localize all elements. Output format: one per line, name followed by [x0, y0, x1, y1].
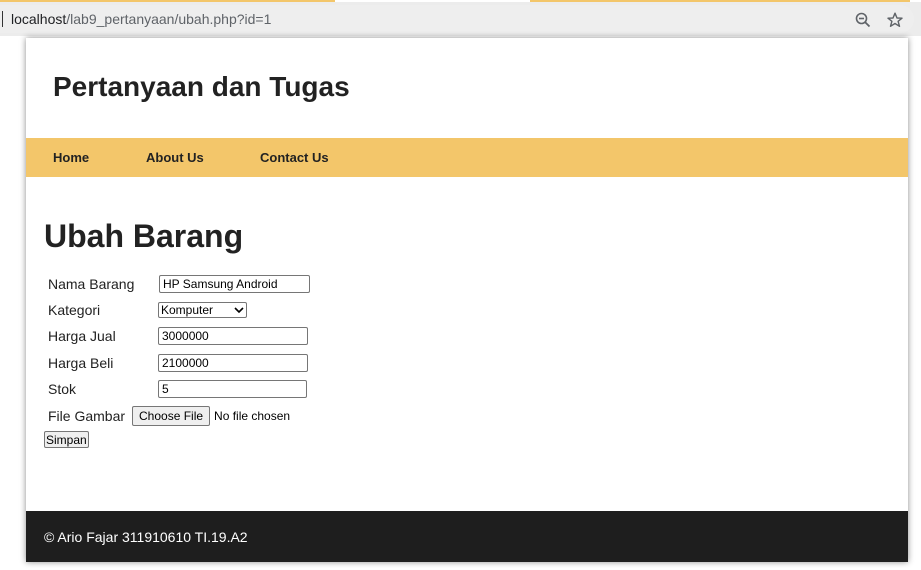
url-text[interactable]: localhost/lab9_pertanyaan/ubah.php?id=1: [11, 11, 271, 27]
file-status-text: No file chosen: [214, 409, 291, 423]
text-cursor: [2, 11, 3, 27]
simpan-button[interactable]: Simpan: [44, 431, 89, 448]
url-host: localhost: [11, 11, 67, 27]
nama-barang-label: Nama Barang: [48, 276, 135, 292]
kategori-selected-value: Komputer: [161, 303, 214, 317]
form-row-harga-jual: Harga Jual: [48, 326, 308, 346]
choose-file-button[interactable]: Choose File: [132, 406, 211, 426]
page-title: Ubah Barang: [44, 218, 244, 254]
harga-beli-input[interactable]: [158, 354, 308, 372]
stok-input[interactable]: [158, 380, 307, 398]
harga-jual-input[interactable]: [158, 327, 308, 345]
form-row-file-gambar: File Gambar Choose File No file chosen: [48, 406, 290, 426]
nav-home[interactable]: Home: [53, 150, 89, 165]
chevron-down-icon: [234, 307, 244, 314]
footer-copyright: © Ario Fajar 311910610 TI.19.A2: [44, 529, 248, 545]
form-row-nama-barang: Nama Barang: [48, 274, 310, 294]
form-row-stok: Stok: [48, 379, 307, 399]
page-container: Pertanyaan dan Tugas Home About Us Conta…: [26, 38, 908, 562]
nama-barang-input[interactable]: [159, 275, 310, 293]
main-nav: Home About Us Contact Us: [26, 138, 908, 177]
harga-beli-label: Harga Beli: [48, 355, 114, 371]
stok-label: Stok: [48, 381, 77, 397]
harga-jual-label: Harga Jual: [48, 328, 116, 344]
star-icon[interactable]: [885, 10, 905, 30]
zoom-out-icon[interactable]: [853, 10, 873, 30]
kategori-select[interactable]: Komputer: [158, 302, 247, 318]
url-path: /lab9_pertanyaan/ubah.php?id=1: [66, 11, 272, 27]
nav-about-us[interactable]: About Us: [146, 150, 204, 165]
footer: © Ario Fajar 311910610 TI.19.A2: [26, 511, 908, 562]
browser-address-bar: localhost/lab9_pertanyaan/ubah.php?id=1: [0, 2, 921, 36]
file-gambar-label: File Gambar: [48, 408, 126, 424]
kategori-label: Kategori: [48, 302, 101, 318]
nav-contact-us[interactable]: Contact Us: [260, 150, 329, 165]
form-row-harga-beli: Harga Beli: [48, 353, 308, 373]
form-row-kategori: Kategori Komputer: [48, 300, 247, 320]
site-title: Pertanyaan dan Tugas: [53, 71, 350, 102]
